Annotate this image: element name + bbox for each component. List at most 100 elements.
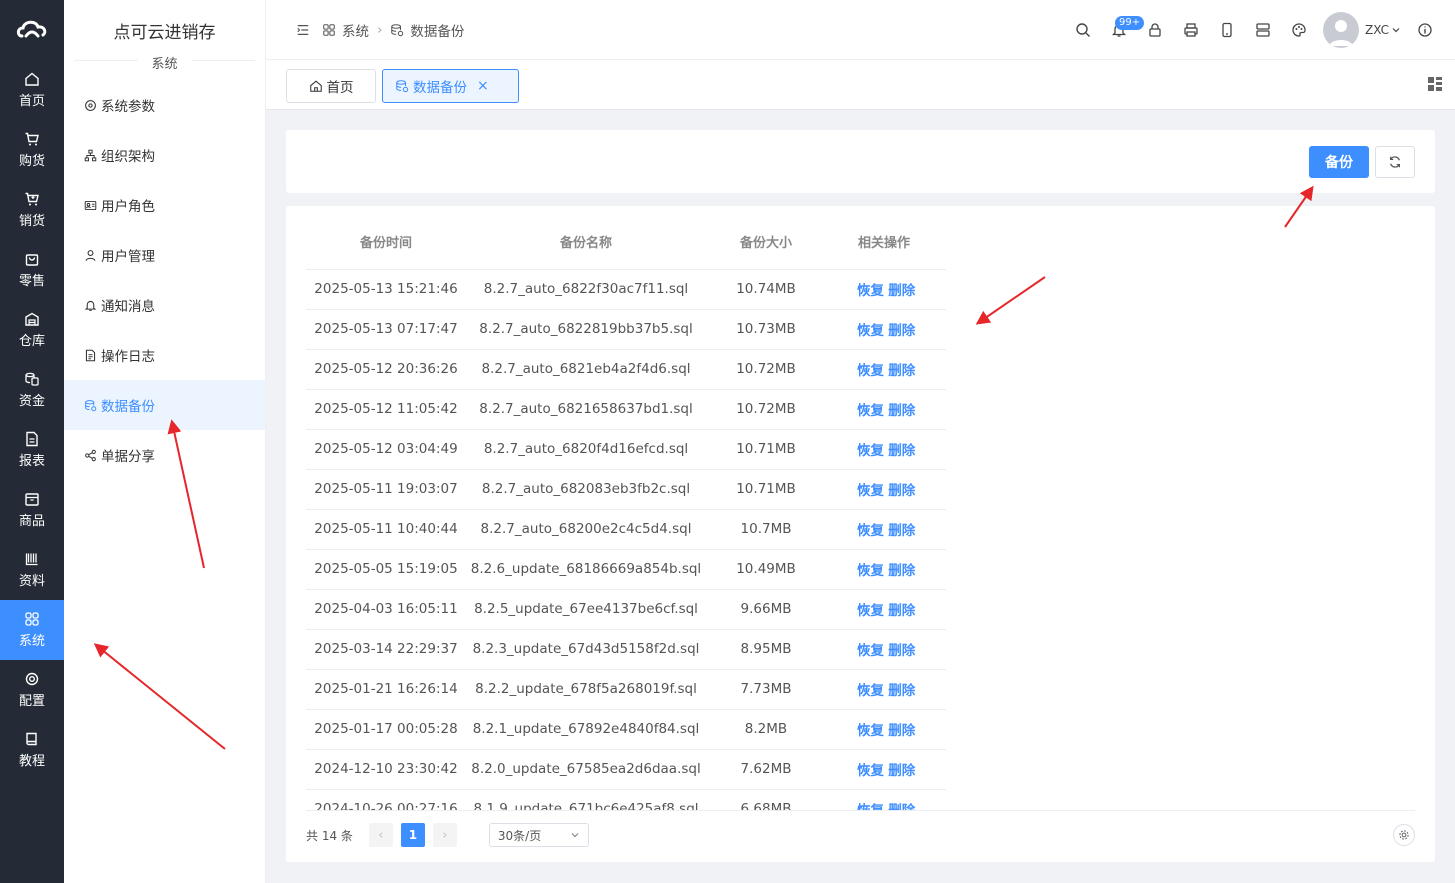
- restore-link[interactable]: 恢复: [857, 483, 884, 499]
- rail-item-11[interactable]: 教程: [0, 720, 64, 780]
- delete-link[interactable]: 删除: [888, 603, 915, 619]
- rail-item-4[interactable]: 仓库: [0, 300, 64, 360]
- org-chart-icon: [84, 149, 97, 161]
- tab-data-backup[interactable]: 数据备份 ×: [382, 69, 519, 103]
- col-header-actions: 相关操作: [858, 235, 911, 251]
- backup-time-cell: 2025-03-14 22:29:37: [306, 628, 466, 669]
- actions-cell: 恢复 删除: [826, 308, 946, 349]
- refresh-button[interactable]: [1375, 146, 1415, 178]
- rail-item-5[interactable]: 资金: [0, 360, 64, 420]
- table-header-row: 备份时间 备份名称 备份大小 相关操作: [306, 214, 946, 269]
- actions-cell: 恢复 删除: [826, 388, 946, 429]
- actions-cell: 恢复 删除: [826, 468, 946, 509]
- backup-name-cell: 8.2.7_auto_6820f4d16efcd.sql: [466, 428, 706, 469]
- rail-item-label: 系统: [18, 634, 45, 649]
- rail-item-8[interactable]: 资料: [0, 540, 64, 600]
- sidebar-item-1[interactable]: 组织架构: [64, 130, 265, 180]
- collapse-menu-icon[interactable]: [296, 23, 310, 37]
- mobile-icon[interactable]: [1209, 12, 1245, 48]
- menu-group-divider: 系统: [74, 53, 255, 80]
- backup-time-cell: 2025-01-21 16:26:14: [306, 668, 466, 709]
- restore-link[interactable]: 恢复: [857, 283, 884, 299]
- avatar[interactable]: [1323, 12, 1360, 48]
- rail-item-3[interactable]: 零售: [0, 240, 64, 300]
- rail-item-7[interactable]: 商品: [0, 480, 64, 540]
- next-page-button[interactable]: ›: [432, 823, 457, 847]
- table-row: 2025-05-13 07:17:47 8.2.7_auto_6822819bb3…: [306, 308, 946, 349]
- backup-time-cell: 2025-05-11 19:03:07: [306, 468, 466, 509]
- sidebar-item-7[interactable]: 单据分享: [64, 430, 265, 480]
- delete-link[interactable]: 删除: [888, 403, 915, 419]
- user-menu[interactable]: ZXC: [1365, 23, 1401, 37]
- pagination: 共 14 条 ‹ 1 › 30条/页: [306, 823, 589, 847]
- page-number-button[interactable]: 1: [400, 823, 425, 847]
- delete-link[interactable]: 删除: [888, 643, 915, 659]
- app-logo[interactable]: [0, 0, 64, 60]
- tab-home[interactable]: 首页: [286, 69, 376, 103]
- rail-item-6[interactable]: 报表: [0, 420, 64, 480]
- actions-cell: 恢复 删除: [826, 268, 946, 309]
- backup-time-cell: 2025-05-05 15:19:05: [306, 548, 466, 589]
- palette-icon[interactable]: [1281, 12, 1317, 48]
- dashboard-layout-icon[interactable]: [1427, 76, 1443, 96]
- delete-link[interactable]: 删除: [888, 283, 915, 299]
- layout-icon[interactable]: [1245, 12, 1281, 48]
- printer-icon[interactable]: [1173, 12, 1209, 48]
- breadcrumb-item-system[interactable]: 系统: [342, 20, 369, 40]
- delete-link[interactable]: 删除: [888, 723, 915, 739]
- sidebar-item-3[interactable]: 用户管理: [64, 230, 265, 280]
- sidebar-item-5[interactable]: 操作日志: [64, 330, 265, 380]
- cart-plus-icon: [25, 192, 39, 206]
- user-avatar-icon: [1329, 20, 1354, 46]
- backup-button[interactable]: 备份: [1309, 146, 1369, 178]
- sidebar-item-label: 数据备份: [101, 399, 155, 415]
- restore-link[interactable]: 恢复: [857, 683, 884, 699]
- sidebar-item-2[interactable]: 用户角色: [64, 180, 265, 230]
- restore-link[interactable]: 恢复: [857, 523, 884, 539]
- restore-link[interactable]: 恢复: [857, 403, 884, 419]
- delete-link[interactable]: 删除: [888, 363, 915, 379]
- prev-page-button[interactable]: ‹: [368, 823, 393, 847]
- table-row: 2025-05-12 11:05:42 8.2.7_auto_6821658637…: [306, 388, 946, 429]
- restore-link[interactable]: 恢复: [857, 763, 884, 779]
- table-settings-button[interactable]: [1393, 824, 1415, 846]
- table-scroll-area[interactable]: 备份时间 备份名称 备份大小 相关操作 2025-05-13 15:21:46 8…: [306, 214, 946, 811]
- rail-item-1[interactable]: 购货: [0, 120, 64, 180]
- search-icon[interactable]: [1065, 12, 1101, 48]
- chevron-right-icon: ›: [377, 21, 383, 38]
- delete-link[interactable]: 删除: [888, 443, 915, 459]
- delete-link[interactable]: 删除: [888, 683, 915, 699]
- rail-item-9[interactable]: 系统: [0, 600, 64, 660]
- restore-link[interactable]: 恢复: [857, 723, 884, 739]
- restore-link[interactable]: 恢复: [857, 563, 884, 579]
- delete-link[interactable]: 删除: [888, 523, 915, 539]
- rail-item-0[interactable]: 首页: [0, 60, 64, 120]
- rail-item-label: 配置: [18, 694, 45, 709]
- restore-link[interactable]: 恢复: [857, 363, 884, 379]
- sidebar-item-4[interactable]: 通知消息: [64, 280, 265, 330]
- table-footer-divider: [306, 810, 1415, 811]
- restore-link[interactable]: 恢复: [857, 603, 884, 619]
- delete-link[interactable]: 删除: [888, 483, 915, 499]
- lock-icon[interactable]: [1137, 12, 1173, 48]
- close-icon[interactable]: ×: [477, 78, 489, 94]
- restore-link[interactable]: 恢复: [857, 443, 884, 459]
- backup-table: 备份时间 备份名称 备份大小 相关操作 2025-05-13 15:21:46 8…: [306, 214, 946, 811]
- main-nav-rail: 首页 购货 销货 零售 仓库 资金 报表 商品 资料系统配置教程: [0, 0, 64, 883]
- page-size-select[interactable]: 30条/页: [488, 823, 589, 847]
- rail-item-10[interactable]: 配置: [0, 660, 64, 720]
- backup-time-cell: 2025-04-03 16:05:11: [306, 588, 466, 629]
- delete-link[interactable]: 删除: [888, 563, 915, 579]
- sidebar-item-6[interactable]: 数据备份: [64, 380, 265, 430]
- delete-link[interactable]: 删除: [888, 763, 915, 779]
- restore-link[interactable]: 恢复: [857, 323, 884, 339]
- restore-link[interactable]: 恢复: [857, 643, 884, 659]
- rail-item-2[interactable]: 销货: [0, 180, 64, 240]
- delete-link[interactable]: 删除: [888, 323, 915, 339]
- actions-cell: 恢复 删除: [826, 428, 946, 469]
- sidebar-item-0[interactable]: 系统参数: [64, 80, 265, 130]
- col-header-name: 备份名称: [559, 235, 612, 251]
- cloud-logo-icon: [16, 20, 47, 38]
- bell-icon[interactable]: 99+: [1101, 12, 1145, 48]
- info-icon[interactable]: [1407, 12, 1443, 48]
